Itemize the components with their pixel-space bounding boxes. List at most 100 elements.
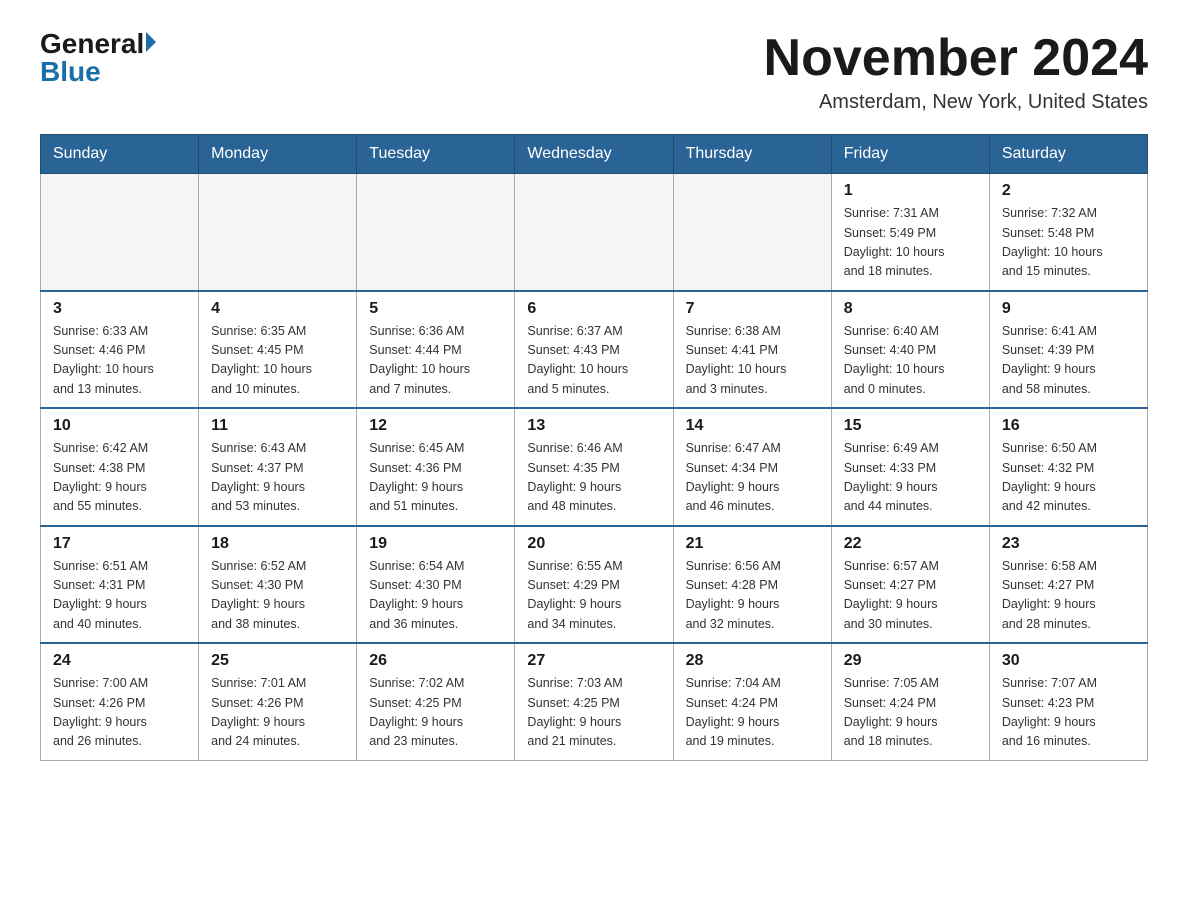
- day-info: Sunrise: 7:03 AM Sunset: 4:25 PM Dayligh…: [527, 674, 660, 752]
- calendar-cell: [515, 174, 673, 291]
- day-number: 15: [844, 417, 977, 435]
- day-info: Sunrise: 6:43 AM Sunset: 4:37 PM Dayligh…: [211, 439, 344, 517]
- calendar-cell: 13 Sunrise: 6:46 AM Sunset: 4:35 PM Dayli…: [515, 408, 673, 526]
- logo-arrow-icon: [146, 32, 156, 52]
- weekday-header-sunday: Sunday: [41, 135, 199, 174]
- day-info: Sunrise: 6:52 AM Sunset: 4:30 PM Dayligh…: [211, 557, 344, 635]
- day-info: Sunrise: 6:51 AM Sunset: 4:31 PM Dayligh…: [53, 557, 186, 635]
- day-number: 22: [844, 535, 977, 553]
- day-number: 1: [844, 182, 977, 200]
- day-info: Sunrise: 6:45 AM Sunset: 4:36 PM Dayligh…: [369, 439, 502, 517]
- calendar-cell: 28 Sunrise: 7:04 AM Sunset: 4:24 PM Dayli…: [673, 643, 831, 760]
- weekday-header-row: SundayMondayTuesdayWednesdayThursdayFrid…: [41, 135, 1148, 174]
- calendar-cell: 1 Sunrise: 7:31 AM Sunset: 5:49 PM Daylig…: [831, 174, 989, 291]
- day-number: 16: [1002, 417, 1135, 435]
- calendar-title: November 2024: [764, 30, 1148, 87]
- day-info: Sunrise: 7:04 AM Sunset: 4:24 PM Dayligh…: [686, 674, 819, 752]
- calendar-cell: 9 Sunrise: 6:41 AM Sunset: 4:39 PM Daylig…: [989, 291, 1147, 409]
- day-info: Sunrise: 6:41 AM Sunset: 4:39 PM Dayligh…: [1002, 322, 1135, 400]
- weekday-header-thursday: Thursday: [673, 135, 831, 174]
- calendar-cell: 21 Sunrise: 6:56 AM Sunset: 4:28 PM Dayli…: [673, 526, 831, 644]
- title-area: November 2024 Amsterdam, New York, Unite…: [764, 30, 1148, 114]
- day-number: 8: [844, 300, 977, 318]
- week-row-1: 3 Sunrise: 6:33 AM Sunset: 4:46 PM Daylig…: [41, 291, 1148, 409]
- day-info: Sunrise: 6:47 AM Sunset: 4:34 PM Dayligh…: [686, 439, 819, 517]
- day-info: Sunrise: 7:02 AM Sunset: 4:25 PM Dayligh…: [369, 674, 502, 752]
- day-number: 7: [686, 300, 819, 318]
- day-number: 18: [211, 535, 344, 553]
- calendar-subtitle: Amsterdam, New York, United States: [764, 91, 1148, 114]
- calendar-cell: 3 Sunrise: 6:33 AM Sunset: 4:46 PM Daylig…: [41, 291, 199, 409]
- logo-blue-text: Blue: [40, 56, 101, 87]
- calendar-table: SundayMondayTuesdayWednesdayThursdayFrid…: [40, 134, 1148, 761]
- calendar-cell: 24 Sunrise: 7:00 AM Sunset: 4:26 PM Dayli…: [41, 643, 199, 760]
- week-row-2: 10 Sunrise: 6:42 AM Sunset: 4:38 PM Dayli…: [41, 408, 1148, 526]
- day-number: 25: [211, 652, 344, 670]
- day-number: 24: [53, 652, 186, 670]
- day-info: Sunrise: 6:35 AM Sunset: 4:45 PM Dayligh…: [211, 322, 344, 400]
- calendar-cell: 8 Sunrise: 6:40 AM Sunset: 4:40 PM Daylig…: [831, 291, 989, 409]
- day-info: Sunrise: 6:33 AM Sunset: 4:46 PM Dayligh…: [53, 322, 186, 400]
- day-number: 19: [369, 535, 502, 553]
- calendar-cell: 29Sunrise: 7:05 AM Sunset: 4:24 PM Dayli…: [831, 643, 989, 760]
- day-info: Sunrise: 6:56 AM Sunset: 4:28 PM Dayligh…: [686, 557, 819, 635]
- calendar-cell: 30Sunrise: 7:07 AM Sunset: 4:23 PM Dayli…: [989, 643, 1147, 760]
- day-number: 9: [1002, 300, 1135, 318]
- calendar-cell: [357, 174, 515, 291]
- day-info: Sunrise: 6:49 AM Sunset: 4:33 PM Dayligh…: [844, 439, 977, 517]
- day-info: Sunrise: 7:05 AM Sunset: 4:24 PM Dayligh…: [844, 674, 977, 752]
- day-info: Sunrise: 6:40 AM Sunset: 4:40 PM Dayligh…: [844, 322, 977, 400]
- day-number: 2: [1002, 182, 1135, 200]
- day-number: 4: [211, 300, 344, 318]
- calendar-cell: 20Sunrise: 6:55 AM Sunset: 4:29 PM Dayli…: [515, 526, 673, 644]
- logo-general-text: General: [40, 30, 144, 58]
- calendar-cell: 18 Sunrise: 6:52 AM Sunset: 4:30 PM Dayli…: [199, 526, 357, 644]
- day-info: Sunrise: 7:32 AM Sunset: 5:48 PM Dayligh…: [1002, 204, 1135, 282]
- calendar-cell: 14 Sunrise: 6:47 AM Sunset: 4:34 PM Dayli…: [673, 408, 831, 526]
- week-row-4: 24 Sunrise: 7:00 AM Sunset: 4:26 PM Dayli…: [41, 643, 1148, 760]
- calendar-cell: 23 Sunrise: 6:58 AM Sunset: 4:27 PM Dayli…: [989, 526, 1147, 644]
- day-number: 21: [686, 535, 819, 553]
- day-number: 10: [53, 417, 186, 435]
- day-number: 6: [527, 300, 660, 318]
- day-number: 28: [686, 652, 819, 670]
- calendar-cell: 12Sunrise: 6:45 AM Sunset: 4:36 PM Dayli…: [357, 408, 515, 526]
- day-info: Sunrise: 6:38 AM Sunset: 4:41 PM Dayligh…: [686, 322, 819, 400]
- day-number: 23: [1002, 535, 1135, 553]
- day-info: Sunrise: 7:07 AM Sunset: 4:23 PM Dayligh…: [1002, 674, 1135, 752]
- weekday-header-wednesday: Wednesday: [515, 135, 673, 174]
- calendar-cell: 11 Sunrise: 6:43 AM Sunset: 4:37 PM Dayli…: [199, 408, 357, 526]
- day-number: 20: [527, 535, 660, 553]
- calendar-cell: 27 Sunrise: 7:03 AM Sunset: 4:25 PM Dayli…: [515, 643, 673, 760]
- calendar-cell: [673, 174, 831, 291]
- day-number: 17: [53, 535, 186, 553]
- calendar-cell: 5Sunrise: 6:36 AM Sunset: 4:44 PM Daylig…: [357, 291, 515, 409]
- day-number: 14: [686, 417, 819, 435]
- weekday-header-tuesday: Tuesday: [357, 135, 515, 174]
- day-info: Sunrise: 6:46 AM Sunset: 4:35 PM Dayligh…: [527, 439, 660, 517]
- calendar-cell: 22 Sunrise: 6:57 AM Sunset: 4:27 PM Dayli…: [831, 526, 989, 644]
- calendar-cell: 19Sunrise: 6:54 AM Sunset: 4:30 PM Dayli…: [357, 526, 515, 644]
- calendar-cell: [199, 174, 357, 291]
- day-number: 5: [369, 300, 502, 318]
- calendar-cell: 15 Sunrise: 6:49 AM Sunset: 4:33 PM Dayli…: [831, 408, 989, 526]
- day-number: 11: [211, 417, 344, 435]
- weekday-header-monday: Monday: [199, 135, 357, 174]
- day-number: 3: [53, 300, 186, 318]
- day-info: Sunrise: 6:57 AM Sunset: 4:27 PM Dayligh…: [844, 557, 977, 635]
- week-row-0: 1 Sunrise: 7:31 AM Sunset: 5:49 PM Daylig…: [41, 174, 1148, 291]
- day-number: 13: [527, 417, 660, 435]
- calendar-cell: 7 Sunrise: 6:38 AM Sunset: 4:41 PM Daylig…: [673, 291, 831, 409]
- day-info: Sunrise: 7:01 AM Sunset: 4:26 PM Dayligh…: [211, 674, 344, 752]
- day-info: Sunrise: 6:58 AM Sunset: 4:27 PM Dayligh…: [1002, 557, 1135, 635]
- weekday-header-saturday: Saturday: [989, 135, 1147, 174]
- day-info: Sunrise: 6:50 AM Sunset: 4:32 PM Dayligh…: [1002, 439, 1135, 517]
- day-info: Sunrise: 6:42 AM Sunset: 4:38 PM Dayligh…: [53, 439, 186, 517]
- day-info: Sunrise: 7:00 AM Sunset: 4:26 PM Dayligh…: [53, 674, 186, 752]
- day-info: Sunrise: 7:31 AM Sunset: 5:49 PM Dayligh…: [844, 204, 977, 282]
- day-info: Sunrise: 6:37 AM Sunset: 4:43 PM Dayligh…: [527, 322, 660, 400]
- calendar-cell: [41, 174, 199, 291]
- calendar-cell: 26Sunrise: 7:02 AM Sunset: 4:25 PM Dayli…: [357, 643, 515, 760]
- weekday-header-friday: Friday: [831, 135, 989, 174]
- day-number: 27: [527, 652, 660, 670]
